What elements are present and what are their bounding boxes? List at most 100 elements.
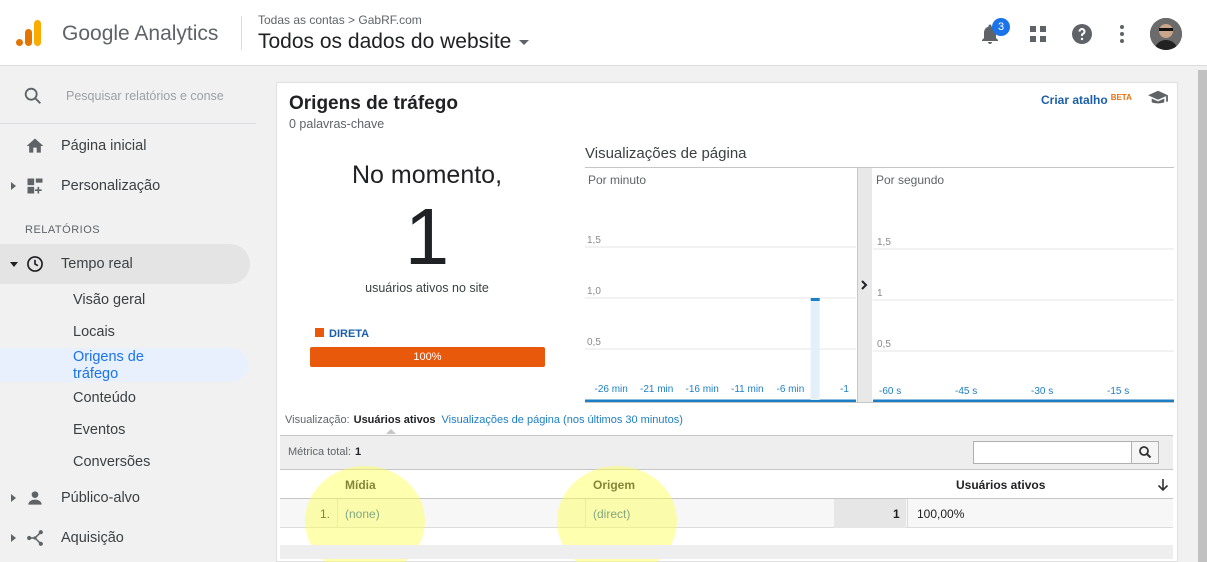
sidebar-item-acquisition[interactable]: Aquisição <box>0 518 250 558</box>
active-users-count: 1 <box>404 192 450 281</box>
clock-icon <box>27 256 43 272</box>
x-tick-label: -6 min <box>777 384 805 395</box>
top-header: Google Analytics Todas as contas > GabRF… <box>0 0 1207 66</box>
property-name: Todos os dados do website <box>258 30 512 53</box>
sidebar-item-customization[interactable]: Personalização <box>0 166 250 206</box>
chevron-down-icon <box>519 39 530 45</box>
chevron-right-icon <box>11 534 16 542</box>
y-tick-label: 0,5 <box>587 337 601 348</box>
legend-swatch <box>315 328 324 337</box>
notification-badge: 3 <box>992 18 1010 36</box>
x-tick-label: -21 min <box>640 384 673 395</box>
row-users-value: 1 <box>893 507 900 521</box>
avatar[interactable] <box>1150 18 1182 50</box>
legend-label-direct[interactable]: DIRETA <box>329 328 369 340</box>
x-tick-label: -1 <box>840 384 849 395</box>
chart-divider <box>857 168 872 402</box>
y-tick-label: 1,0 <box>587 286 601 297</box>
column-header-active-users[interactable]: Usuários ativos <box>956 478 1045 492</box>
x-tick-label: -16 min <box>686 384 719 395</box>
traffic-share-bar: 100% <box>310 347 545 367</box>
chevron-right-icon <box>11 494 16 502</box>
view-switcher: Visualização: Usuários ativos Visualizaçõe… <box>285 414 683 426</box>
sidebar-item-label: Tempo real <box>61 256 133 272</box>
sort-descending-icon[interactable] <box>1157 478 1169 492</box>
create-shortcut-label: Criar atalho <box>1041 93 1108 107</box>
x-tick-label: -60 s <box>879 386 901 397</box>
acquisition-icon <box>27 530 43 546</box>
active-users-label: usuários ativos no site <box>365 281 489 295</box>
sidebar-item-label: Página inicial <box>61 138 147 154</box>
beta-badge: BETA <box>1110 93 1132 102</box>
dashboard-icon <box>27 178 43 194</box>
y-tick-label: 1,5 <box>877 237 891 248</box>
report-card: Origens de tráfego 0 palavras-chave Cria… <box>276 82 1178 562</box>
chart-bar[interactable] <box>810 298 820 400</box>
pageviews-charts: Por minuto 1,5 1,0 0,5 -26 min -21 min -16 min… <box>585 167 1174 403</box>
home-icon <box>26 138 44 153</box>
now-label: No momento, <box>351 161 503 189</box>
sidebar-subitem-events[interactable]: Eventos <box>73 422 125 438</box>
x-tick-label: -30 s <box>1031 386 1053 397</box>
realtime-chart-svg: Por minuto 1,5 1,0 0,5 -26 min -21 min -16 min… <box>585 168 1174 402</box>
person-icon <box>28 491 42 505</box>
card-footer <box>280 545 1173 559</box>
x-tick-label: -26 min <box>595 384 628 395</box>
sidebar: Pesquisar relatórios e conse Página inic… <box>0 66 264 562</box>
view-label: Visualização: <box>285 414 350 426</box>
sidebar-item-audience[interactable]: Público-alvo <box>0 478 250 518</box>
page-scrollbar[interactable] <box>1198 70 1207 562</box>
table-search-input[interactable] <box>973 441 1159 464</box>
sidebar-item-home[interactable]: Página inicial <box>0 126 250 166</box>
x-tick-label: -11 min <box>731 384 764 395</box>
search-input[interactable]: Pesquisar relatórios e conse <box>66 89 231 103</box>
x-tick-label: -45 s <box>955 386 977 397</box>
sidebar-subitem-locations[interactable]: Locais <box>73 324 115 340</box>
scrollbar-thumb[interactable] <box>1198 70 1207 562</box>
metric-total-bar: Métrica total: 1 <box>280 435 1173 470</box>
search-icon <box>1139 446 1152 459</box>
sidebar-item-realtime[interactable]: Tempo real <box>0 244 250 284</box>
y-tick-label: 1,5 <box>587 235 601 246</box>
chart-divider-edge <box>857 168 858 402</box>
view-option-active-users[interactable]: Usuários ativos <box>354 414 436 426</box>
pageviews-title: Visualizações de página <box>585 145 747 162</box>
page-subtitle: 0 palavras-chave <box>289 117 385 131</box>
sidebar-subitem-conversions[interactable]: Conversões <box>73 454 150 470</box>
chevron-right-icon <box>11 182 16 190</box>
metric-total: Métrica total: 1 <box>288 446 361 458</box>
sidebar-item-label: Personalização <box>61 178 161 194</box>
chevron-down-icon <box>10 262 18 267</box>
graduation-cap-icon[interactable] <box>1147 89 1169 107</box>
page-title: Origens de tráfego <box>289 93 458 114</box>
y-tick-label: 0,5 <box>877 339 891 350</box>
chart-bar-top <box>810 298 820 301</box>
google-analytics-logo-icon[interactable] <box>14 18 44 48</box>
header-divider <box>241 16 242 50</box>
sidebar-search[interactable]: Pesquisar relatórios e conse <box>0 66 256 124</box>
create-shortcut-link[interactable]: Criar atalho BETA <box>1041 93 1132 107</box>
more-vert-icon[interactable] <box>1110 22 1134 46</box>
sidebar-subitem-overview[interactable]: Visão geral <box>73 292 145 308</box>
apps-grid-icon[interactable] <box>1026 22 1050 46</box>
chart-title-per-minute: Por minuto <box>588 173 646 187</box>
view-option-pageviews[interactable]: Visualizações de página (nos últimos 30 … <box>442 414 683 426</box>
column-divider <box>907 499 908 528</box>
table-search-button[interactable] <box>1131 442 1158 463</box>
search-icon <box>24 87 41 104</box>
metric-total-label: Métrica total: <box>288 446 351 458</box>
metric-total-value: 1 <box>354 446 362 458</box>
section-title-reports: RELATÓRIOS <box>25 224 101 236</box>
selected-view-indicator <box>386 429 396 434</box>
sidebar-subitem-content[interactable]: Conteúdo <box>73 390 136 406</box>
help-icon[interactable] <box>1070 22 1094 46</box>
breadcrumb[interactable]: Todas as contas > GabRF.com <box>258 13 422 27</box>
row-users-percent: 100,00% <box>917 507 965 521</box>
x-tick-label: -15 s <box>1107 386 1129 397</box>
chart-title-per-second: Por segundo <box>876 173 944 187</box>
app-title: Google Analytics <box>62 22 219 45</box>
y-tick-label: 1 <box>877 288 883 299</box>
property-selector[interactable]: Todos os dados do website <box>258 30 530 54</box>
sidebar-item-label: Aquisição <box>61 530 124 546</box>
sidebar-subitem-traffic-sources[interactable]: Origens de tráfego <box>73 349 183 383</box>
